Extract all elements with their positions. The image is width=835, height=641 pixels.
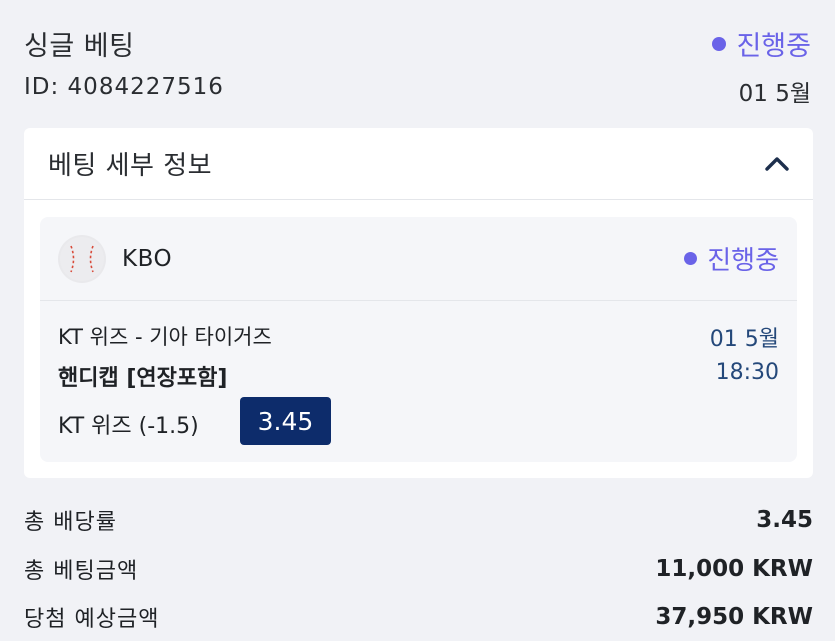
potential-win-value: 37,950 KRW bbox=[655, 604, 813, 630]
bet-id: ID: 4084227516 bbox=[24, 74, 224, 100]
total-stake-value: 11,000 KRW bbox=[655, 556, 813, 582]
match-card: KBO 진행중 KT 위즈 - 기아 타이거즈 핸디캡 [연장포함] KT 위즈… bbox=[40, 217, 797, 462]
bet-market: 핸디캡 [연장포함] bbox=[58, 366, 228, 391]
odds-badge: 3.45 bbox=[240, 397, 331, 445]
match-status: 진행중 bbox=[684, 240, 779, 277]
total-odds-label: 총 배당률 bbox=[24, 510, 117, 535]
league-name: KBO bbox=[122, 245, 173, 272]
bet-slip-page: 싱글 베팅 진행중 ID: 4084227516 01 5월 베팅 세부 정보 bbox=[0, 0, 835, 641]
summary-row-total-odds: 총 배당률 3.45 bbox=[24, 504, 813, 536]
match-header: KBO 진행중 bbox=[40, 217, 797, 301]
bet-details-header[interactable]: 베팅 세부 정보 bbox=[24, 128, 813, 200]
bet-date: 01 5월 bbox=[738, 81, 811, 107]
summary-row-total-stake: 총 베팅금액 11,000 KRW bbox=[24, 553, 813, 585]
match-body: KT 위즈 - 기아 타이거즈 핸디캡 [연장포함] KT 위즈 (-1.5) … bbox=[40, 301, 797, 461]
bet-selection: KT 위즈 (-1.5) bbox=[58, 414, 199, 439]
bet-status-label: 진행중 bbox=[736, 31, 811, 62]
status-dot-icon bbox=[684, 252, 698, 265]
summary-row-potential-win: 당첨 예상금액 37,950 KRW bbox=[24, 601, 813, 633]
chevron-up-icon[interactable] bbox=[765, 152, 789, 176]
total-odds-value: 3.45 bbox=[756, 507, 813, 533]
bet-details-card: 베팅 세부 정보 KBO 진행중 KT 위즈 - 기아 타이거즈 핸디캡 [연장… bbox=[24, 128, 813, 478]
bet-type-title: 싱글 베팅 bbox=[24, 31, 135, 62]
total-stake-label: 총 베팅금액 bbox=[24, 559, 139, 584]
potential-win-label: 당첨 예상금액 bbox=[24, 607, 160, 632]
match-status-label: 진행중 bbox=[707, 246, 779, 276]
league: KBO bbox=[58, 234, 173, 283]
bet-details-title: 베팅 세부 정보 bbox=[48, 151, 213, 181]
status-dot-icon bbox=[712, 36, 727, 51]
baseball-icon bbox=[58, 234, 106, 283]
match-date: 01 5월 bbox=[709, 327, 779, 352]
bet-status: 진행중 bbox=[712, 24, 811, 63]
match-teams: KT 위즈 - 기아 타이거즈 bbox=[58, 325, 272, 349]
match-time: 18:30 bbox=[715, 360, 779, 385]
